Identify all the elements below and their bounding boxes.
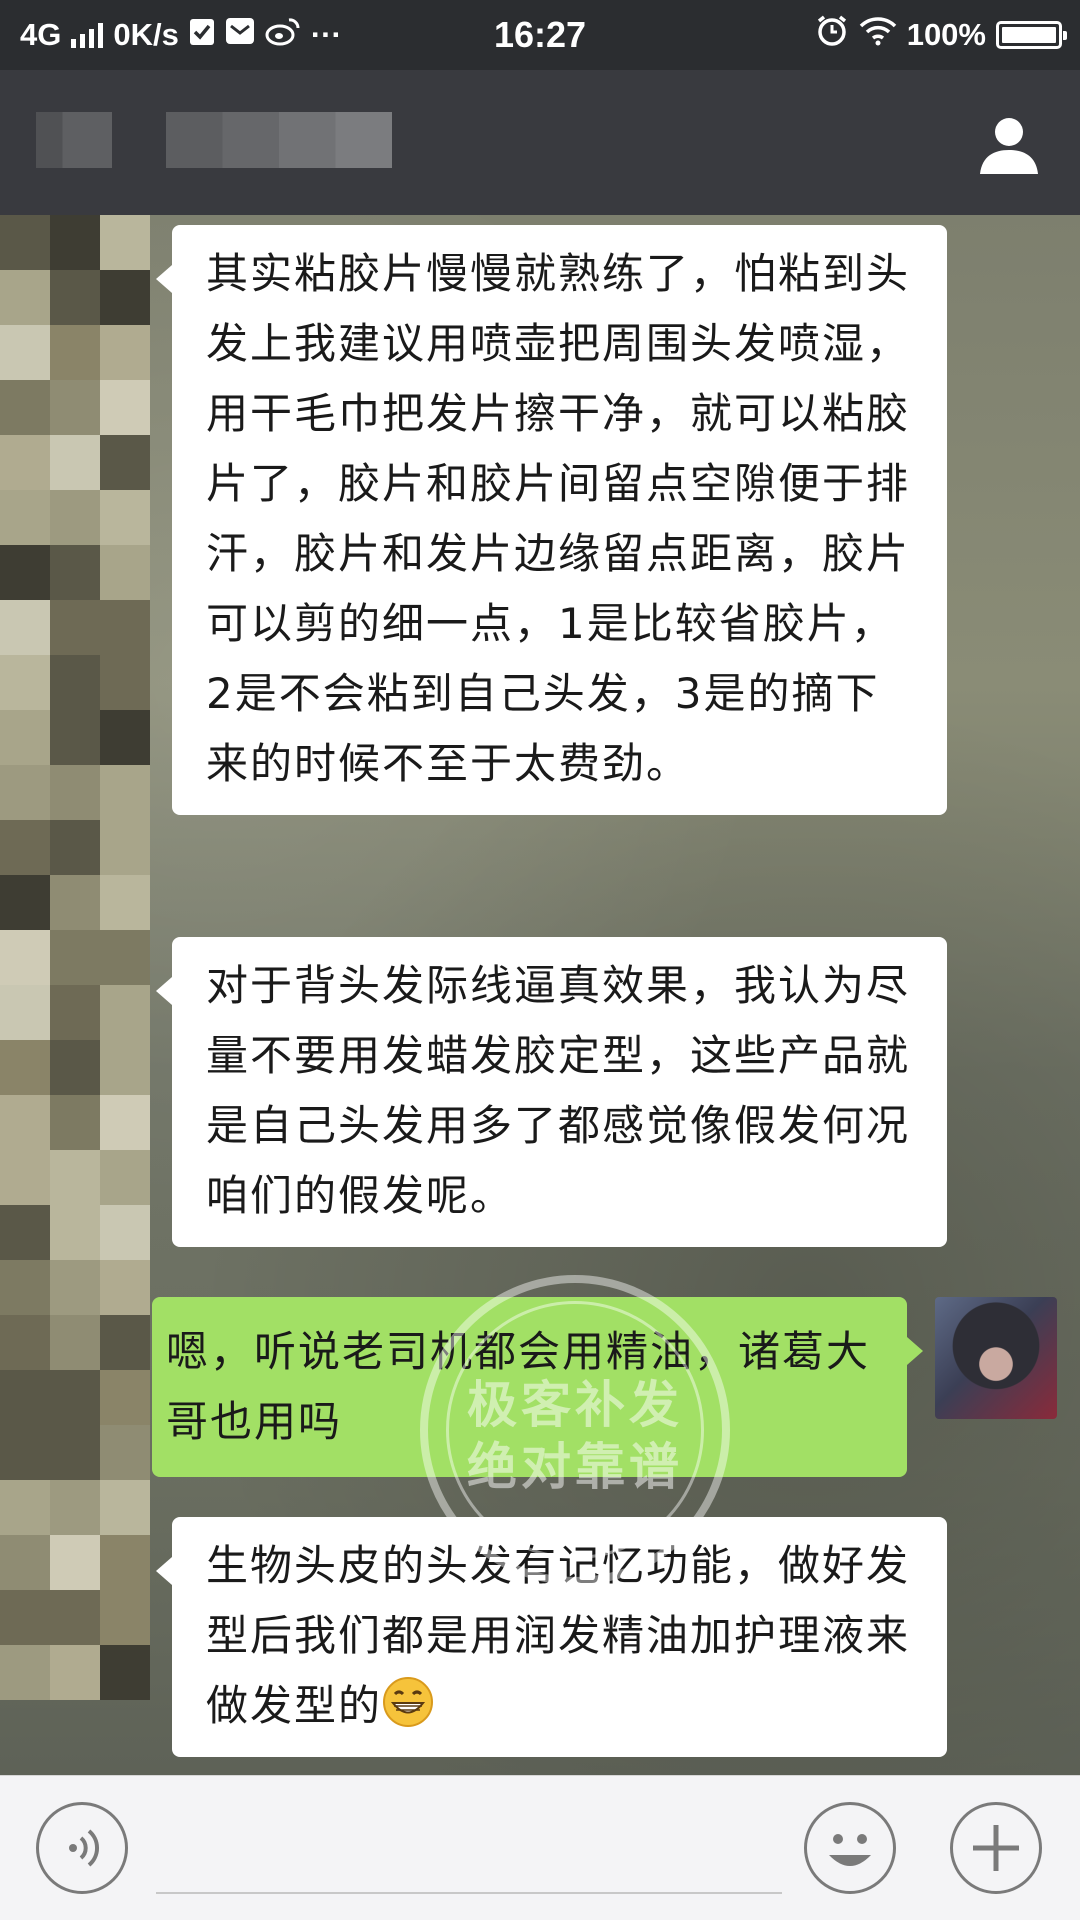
voice-icon [69, 1829, 100, 1867]
avatar[interactable] [935, 1297, 1057, 1419]
plus-icon [973, 1825, 1019, 1871]
battery-icon [996, 21, 1067, 49]
plus-button[interactable] [950, 1802, 1042, 1894]
message-text: 生物头皮的头发有记忆功能，做好发型后我们都是用润发精油加护理液来做发型的 [206, 1541, 911, 1730]
wifi-icon [859, 16, 897, 54]
message-text: 嗯，听说老司机都会用精油，诸葛大哥也用吗 [166, 1327, 871, 1446]
message-bubble-outgoing[interactable]: 嗯，听说老司机都会用精油，诸葛大哥也用吗 [152, 1297, 923, 1477]
message-text: 其实粘胶片慢慢就熟练了，怕粘到头发上我建议用喷壶把周围头发喷湿，用干毛巾把发片擦… [206, 249, 911, 788]
emoji-button[interactable] [804, 1802, 896, 1894]
chat-screen: 4G 0K/s ··· 16:27 100% 其实粘胶片慢慢就熟练了，怕粘到头发… [0, 0, 1080, 1920]
pixelated-region [0, 215, 150, 1700]
message-bubble-incoming[interactable]: 生物头皮的头发有记忆功能，做好发型后我们都是用润发精油加护理液来做发型的 [156, 1517, 947, 1757]
profile-icon [980, 118, 1038, 174]
message-bubble-incoming[interactable]: 其实粘胶片慢慢就熟练了，怕粘到头发上我建议用喷壶把周围头发喷湿，用干毛巾把发片擦… [156, 225, 947, 815]
grin-emoji-icon [382, 1676, 434, 1728]
chat-header [0, 70, 1080, 215]
status-right: 100% [815, 14, 1067, 56]
message-input[interactable] [156, 1806, 782, 1894]
profile-button[interactable] [974, 110, 1044, 180]
battery-percent: 100% [906, 17, 986, 52]
status-bar: 4G 0K/s ··· 16:27 100% [0, 0, 1080, 70]
input-bar [0, 1775, 1080, 1920]
message-bubble-incoming[interactable]: 对于背头发际线逼真效果，我认为尽量不要用发蜡发胶定型，这些产品就是自己头发用多了… [156, 937, 947, 1247]
blurred-back-area[interactable] [36, 112, 112, 168]
blurred-contact-name [166, 112, 392, 168]
emoji-icon [829, 1834, 871, 1866]
voice-button[interactable] [36, 1802, 128, 1894]
alarm-icon [815, 14, 849, 56]
message-text: 对于背头发际线逼真效果，我认为尽量不要用发蜡发胶定型，这些产品就是自己头发用多了… [206, 961, 911, 1220]
message-list[interactable]: 其实粘胶片慢慢就熟练了，怕粘到头发上我建议用喷壶把周围头发喷湿，用干毛巾把发片擦… [0, 215, 1080, 1775]
